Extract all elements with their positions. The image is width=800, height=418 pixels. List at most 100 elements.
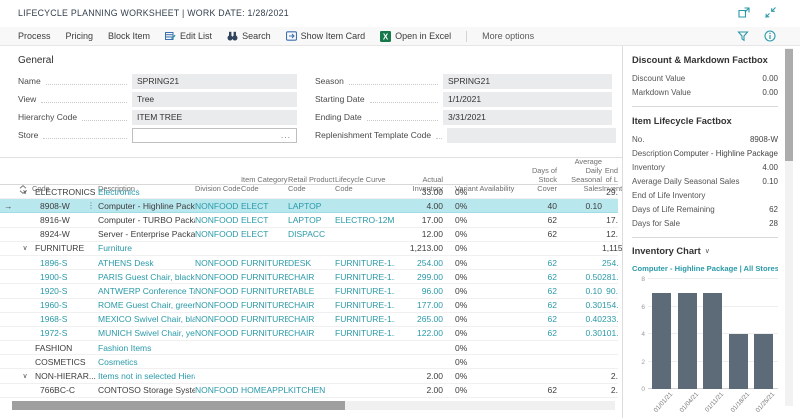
cell-division-code[interactable]: NONFOOD <box>195 300 241 310</box>
header-division-code[interactable]: Division Code <box>195 185 241 197</box>
table-item-row[interactable]: 1960-SROME Guest Chair, greenNONFOODFURN… <box>0 299 618 313</box>
cell-end-of-life-inventory[interactable]: 233. <box>602 314 618 324</box>
cell-days-of-stock-cover[interactable]: 40 <box>517 201 557 211</box>
cell-item-category-code[interactable]: HOMEAPPL <box>241 385 288 395</box>
cell-end-of-life-inventory[interactable]: 90. <box>602 286 618 296</box>
cell-average-daily-seasonal-sales[interactable]: 0.40 <box>557 314 602 324</box>
cell-average-daily-seasonal-sales[interactable]: 0.10 <box>557 201 602 211</box>
cell-average-daily-seasonal-sales[interactable]: 0.50 <box>557 272 602 282</box>
cell-days-of-stock-cover[interactable]: 62 <box>517 215 557 225</box>
table-item-row[interactable]: 1972-SMUNICH Swivel Chair, yellowNONFOOD… <box>0 327 618 341</box>
cell-actual-inventory[interactable]: 12.00 <box>395 229 443 239</box>
cell-variant-availability[interactable]: 0% <box>455 187 517 197</box>
cell-variant-availability[interactable]: 0% <box>455 229 517 239</box>
cell-description[interactable]: Cosmetics <box>98 357 195 367</box>
table-group-row[interactable]: COSMETICSCosmetics0% <box>0 355 618 369</box>
cell-description[interactable]: Computer - Highline Package <box>98 201 195 211</box>
cell-lifecycle-curve-code[interactable]: FURNITURE-1... <box>335 314 395 324</box>
table-group-row[interactable]: FASHIONFashion Items0% <box>0 341 618 355</box>
cell-lifecycle-curve-code[interactable]: FURNITURE-1... <box>335 286 395 296</box>
cell-days-of-stock-cover[interactable]: 62 <box>517 328 557 338</box>
cell-code[interactable]: 8916-W <box>32 215 98 225</box>
cell-variant-availability[interactable]: 0% <box>455 243 517 253</box>
cell-description[interactable]: Computer - TURBO Package <box>98 215 195 225</box>
cell-description[interactable]: Server - Enterprise Package <box>98 229 195 239</box>
process-menu[interactable]: Process <box>18 31 51 41</box>
table-item-row[interactable]: 1900-SPARIS Guest Chair, blackNONFOOD FUR… <box>0 270 618 284</box>
inventory-chart-section[interactable]: Inventory Chart ∨ <box>632 246 778 256</box>
table-item-row[interactable]: →8908-W⋮Computer - Highline PackageNONFO… <box>0 199 618 213</box>
row-expand-chevron[interactable]: ∨ <box>18 372 32 380</box>
cell-variant-availability[interactable]: 0% <box>455 314 517 324</box>
cell-days-of-stock-cover[interactable]: 62 <box>517 258 557 268</box>
cell-days-of-stock-cover[interactable]: 62 <box>517 286 557 296</box>
cell-retail-product-code[interactable]: DESK <box>288 258 335 268</box>
cell-code[interactable]: 1900-S <box>32 272 98 282</box>
cell-days-of-stock-cover[interactable]: 62 <box>517 300 557 310</box>
cell-variant-availability[interactable]: 0% <box>455 328 517 338</box>
cell-code[interactable]: 1896-S <box>32 258 98 268</box>
cell-retail-product-code[interactable]: CHAIR <box>288 300 335 310</box>
cell-description[interactable]: ATHENS Desk <box>98 258 195 268</box>
collapse-window-icon[interactable] <box>765 7 776 18</box>
cell-code[interactable]: FURNITURE <box>32 243 98 253</box>
cell-code[interactable]: 1960-S <box>32 300 98 310</box>
cell-variant-availability[interactable]: 0% <box>455 201 517 211</box>
cell-retail-product-code[interactable]: LAPTOP <box>288 215 335 225</box>
cell-actual-inventory[interactable]: 33.00 <box>395 187 443 197</box>
cell-division-code[interactable]: NONFOOD <box>195 229 241 239</box>
cell-lifecycle-curve-code[interactable]: FURNITURE-1... <box>335 328 395 338</box>
cell-variant-availability[interactable]: 0% <box>455 286 517 296</box>
cell-average-daily-seasonal-sales[interactable]: 0.30 <box>557 328 602 338</box>
table-item-row[interactable]: 1920-SANTWERP Conference TableNONFOODFUR… <box>0 284 618 298</box>
cell-retail-product-code[interactable]: TABLE <box>288 286 335 296</box>
pricing-menu[interactable]: Pricing <box>66 31 94 41</box>
cell-retail-product-code[interactable]: CHAIR <box>288 328 335 338</box>
cell-description[interactable]: MEXICO Swivel Chair, black <box>98 314 195 324</box>
cell-description[interactable]: PARIS Guest Chair, black <box>98 272 195 282</box>
cell-retail-product-code[interactable]: KITCHEN <box>288 385 335 395</box>
horizontal-scrollbar-thumb[interactable] <box>12 401 345 410</box>
cell-item-category-code[interactable]: ELECT <box>241 201 288 211</box>
cell-days-of-stock-cover[interactable]: 62 <box>517 229 557 239</box>
cell-description[interactable]: Electronics <box>98 187 195 197</box>
cell-end-of-life-inventory[interactable]: 154. <box>602 300 618 310</box>
cell-actual-inventory[interactable]: 2.00 <box>395 385 443 395</box>
cell-end-of-life-inventory[interactable]: 1,115. <box>602 243 618 253</box>
cell-division-code[interactable]: NONFOOD <box>195 385 241 395</box>
cell-division-code[interactable]: NONFOOD <box>195 201 241 211</box>
assist-edit-icon[interactable]: ... <box>281 129 291 142</box>
cell-code[interactable]: 8908-W⋮ <box>32 201 98 211</box>
cell-lifecycle-curve-code[interactable]: FURNITURE-1... <box>335 272 395 282</box>
filter-icon[interactable] <box>737 30 749 42</box>
row-expand-chevron[interactable]: ∨ <box>18 244 32 252</box>
table-item-row[interactable]: 8924-WServer - Enterprise PackageNONFOOD… <box>0 228 618 242</box>
cell-item-category-code[interactable]: FURNITURE <box>241 328 288 338</box>
cell-code[interactable]: 766BC-C <box>32 385 98 395</box>
table-item-row[interactable]: 766BC-CCONTOSO Storage SystemNONFOODHOME… <box>0 384 618 398</box>
cell-variant-availability[interactable]: 0% <box>455 258 517 268</box>
cell-division-code[interactable]: NONFOOD <box>195 328 241 338</box>
cell-code[interactable]: 1972-S <box>32 328 98 338</box>
table-item-row[interactable]: 1968-SMEXICO Swivel Chair, blackNONFOODF… <box>0 313 618 327</box>
cell-actual-inventory[interactable]: 265.00 <box>395 314 443 324</box>
cell-retail-product-code[interactable]: CHAIR <box>288 272 335 282</box>
table-item-row[interactable]: 8916-WComputer - TURBO PackageNONFOODELE… <box>0 213 618 227</box>
cell-end-of-life-inventory[interactable]: 2. <box>602 385 618 395</box>
cell-description[interactable]: MUNICH Swivel Chair, yellow <box>98 328 195 338</box>
cell-lifecycle-curve-code[interactable]: FURNITURE-1... <box>335 258 395 268</box>
cell-actual-inventory[interactable]: 122.00 <box>395 328 443 338</box>
cell-actual-inventory[interactable]: 17.00 <box>395 215 443 225</box>
cell-code[interactable]: 1968-S <box>32 314 98 324</box>
store-input[interactable]: ... <box>132 128 297 143</box>
cell-retail-product-code[interactable]: LAPTOP <box>288 201 335 211</box>
cell-division-code[interactable]: NONFOOD <box>195 272 241 282</box>
cell-days-of-stock-cover[interactable]: 62 <box>517 385 557 395</box>
cell-code[interactable]: FASHION <box>32 343 98 353</box>
block-item-menu[interactable]: Block Item <box>108 31 150 41</box>
cell-actual-inventory[interactable]: 1,213.00 <box>395 243 443 253</box>
cell-description[interactable]: Items not in selected Hierarchy <box>98 371 195 381</box>
cell-item-category-code[interactable]: ELECT <box>241 215 288 225</box>
header-days-of-stock-cover[interactable]: Days of Stock Cover <box>517 167 557 197</box>
open-in-new-window-icon[interactable] <box>738 7 750 18</box>
